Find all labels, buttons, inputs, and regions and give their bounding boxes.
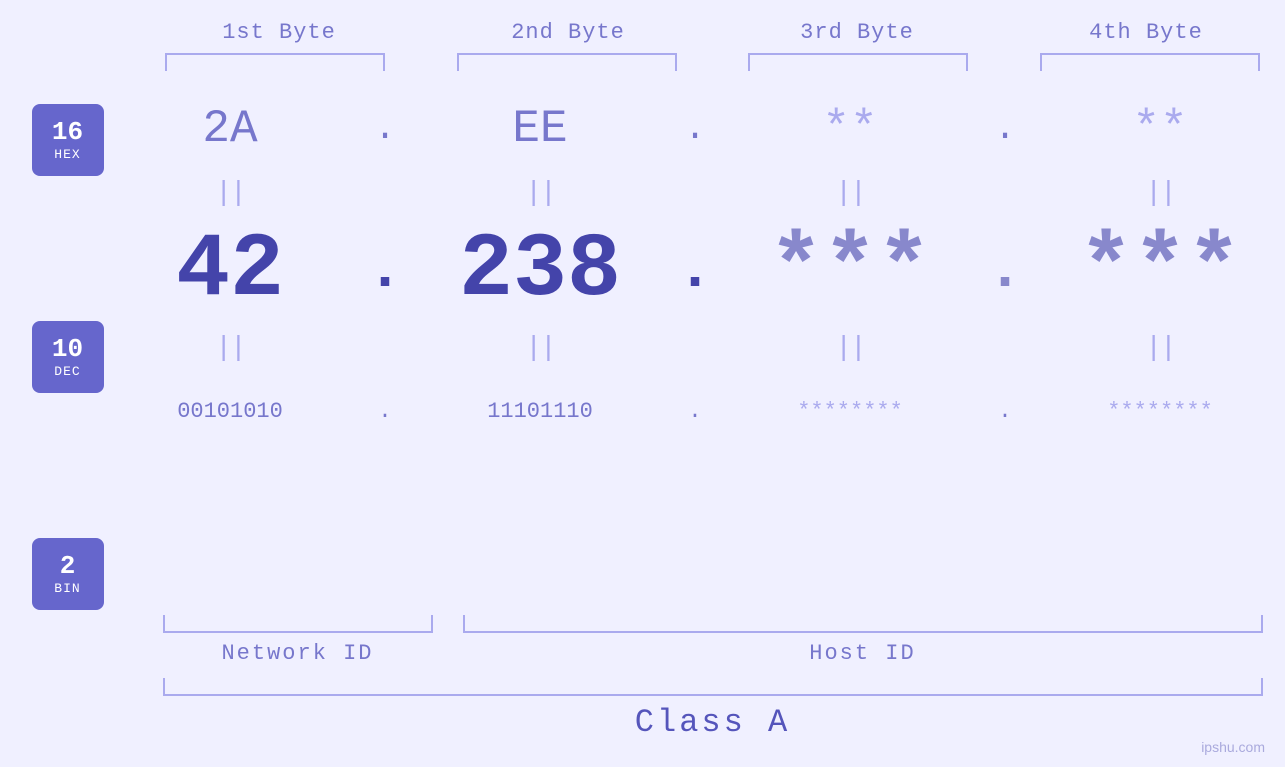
eq1-b4: || <box>1035 178 1285 209</box>
dec-badge: 10 DEC <box>32 321 104 393</box>
byte4-header: 4th Byte <box>1029 20 1262 45</box>
bin-b1: 00101010 <box>105 399 355 424</box>
byte2-header: 2nd Byte <box>451 20 684 45</box>
bracket-host <box>463 615 1263 633</box>
bracket-top-2 <box>457 53 677 71</box>
hex-dot3: . <box>975 108 1035 149</box>
bin-badge-number: 2 <box>60 552 76 581</box>
host-id-label: Host ID <box>463 641 1263 666</box>
hex-b3: ** <box>725 103 975 155</box>
equals-row-1: || || || || <box>105 171 1285 216</box>
bracket-top-4 <box>1040 53 1260 71</box>
network-id-label: Network ID <box>163 641 433 666</box>
hex-badge-label: HEX <box>54 147 80 162</box>
bin-badge-label: BIN <box>54 581 80 596</box>
class-label: Class A <box>163 704 1263 741</box>
dec-dot2: . <box>665 241 725 301</box>
dec-b3: *** <box>725 226 975 316</box>
bin-b3: ******** <box>725 399 975 424</box>
eq2-b2: || <box>415 333 665 364</box>
values-area: 2A . EE . ** . ** || || || || 42 <box>105 86 1285 610</box>
dec-row: 42 . 238 . *** . *** <box>105 216 1285 326</box>
dec-dot3: . <box>975 241 1035 301</box>
top-brackets <box>163 53 1263 71</box>
bracket-top-1 <box>165 53 385 71</box>
hex-b1: 2A <box>105 103 355 155</box>
bracket-top-3 <box>748 53 968 71</box>
eq2-b4: || <box>1035 333 1285 364</box>
hex-badge-number: 16 <box>52 118 83 147</box>
hex-row: 2A . EE . ** . ** <box>105 86 1285 171</box>
class-bracket <box>163 678 1263 696</box>
eq1-b2: || <box>415 178 665 209</box>
hex-dot1: . <box>355 108 415 149</box>
hex-badge: 16 HEX <box>32 104 104 176</box>
byte-headers: 1st Byte 2nd Byte 3rd Byte 4th Byte <box>163 20 1263 45</box>
hex-dot2: . <box>665 108 725 149</box>
byte3-header: 3rd Byte <box>740 20 973 45</box>
main-container: 1st Byte 2nd Byte 3rd Byte 4th Byte 16 H… <box>0 0 1285 767</box>
bottom-brackets <box>163 615 1263 633</box>
eq1-b3: || <box>725 178 975 209</box>
bin-badge: 2 BIN <box>32 538 104 610</box>
watermark: ipshu.com <box>1201 739 1265 755</box>
dec-b2: 238 <box>415 226 665 316</box>
class-section: Class A <box>163 678 1263 741</box>
bracket-network <box>163 615 433 633</box>
hex-b2: EE <box>415 103 665 155</box>
equals-row-2: || || || || <box>105 326 1285 371</box>
eq2-b3: || <box>725 333 975 364</box>
bin-dot1: . <box>355 399 415 424</box>
bottom-section: Network ID Host ID <box>163 615 1263 666</box>
eq2-b1: || <box>105 333 355 364</box>
byte1-header: 1st Byte <box>163 20 396 45</box>
bin-b2: 11101110 <box>415 399 665 424</box>
hex-b4: ** <box>1035 103 1285 155</box>
bin-dot3: . <box>975 399 1035 424</box>
bin-row: 00101010 . 11101110 . ******** . *******… <box>105 371 1285 451</box>
dec-badge-label: DEC <box>54 364 80 379</box>
bin-b4: ******** <box>1035 399 1285 424</box>
content-area: 16 HEX 10 DEC 2 BIN 2A . EE <box>0 86 1285 610</box>
dec-badge-number: 10 <box>52 335 83 364</box>
dec-b1: 42 <box>105 226 355 316</box>
eq1-b1: || <box>105 178 355 209</box>
id-labels-row: Network ID Host ID <box>163 641 1263 666</box>
dec-b4: *** <box>1035 226 1285 316</box>
bin-dot2: . <box>665 399 725 424</box>
dec-dot1: . <box>355 241 415 301</box>
badges-column: 16 HEX 10 DEC 2 BIN <box>0 86 105 610</box>
